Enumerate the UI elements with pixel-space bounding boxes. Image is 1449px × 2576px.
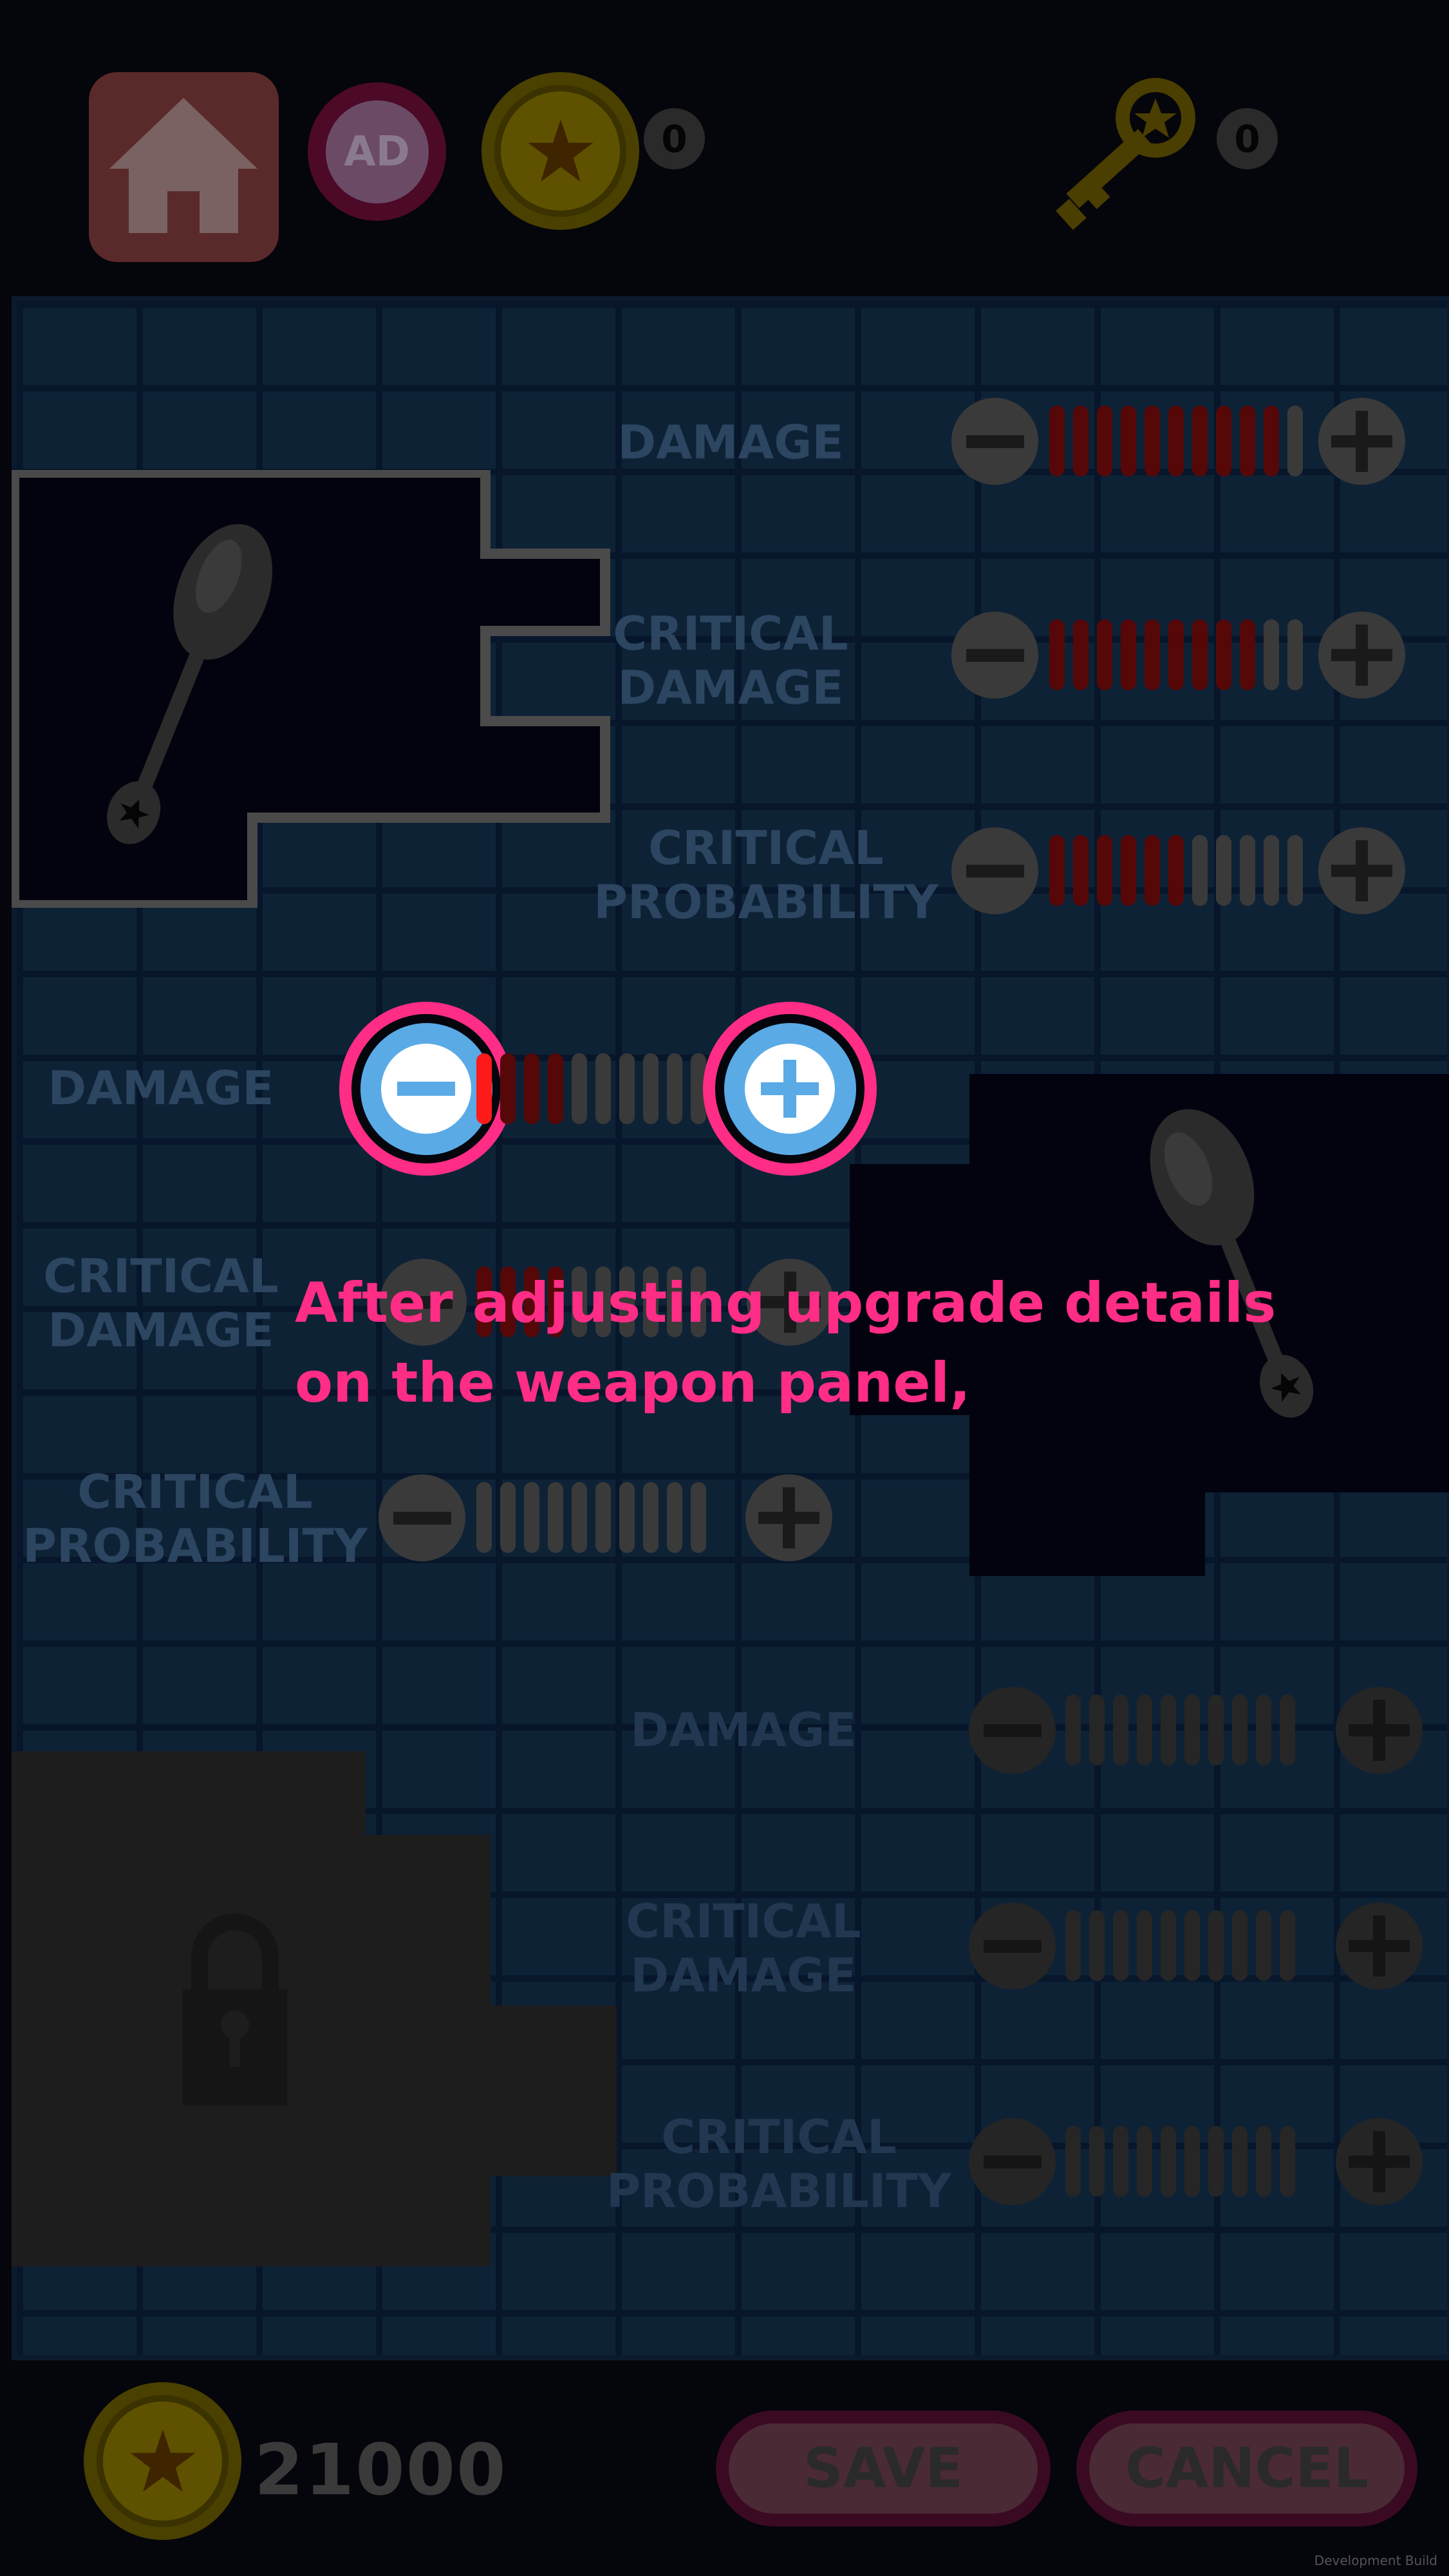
coin-count: 0 <box>644 108 705 169</box>
level-bars-critical-probability-2 <box>476 1482 706 1553</box>
plus-button-critical-probability-1[interactable] <box>1318 827 1405 914</box>
stat-label-damage-3: DAMAGE <box>630 1703 857 1757</box>
stat-label-critical-probability-2: CRITICAL PROBABILITY <box>23 1465 368 1573</box>
stat-label-damage-1: DAMAGE <box>617 415 844 469</box>
game-screen: AD 0 0 DAMAGE CRITICAL DAMAGE CRITICAL P… <box>0 0 1449 2576</box>
coin-icon <box>481 72 639 230</box>
minus-button-critical-damage-1[interactable] <box>951 612 1038 699</box>
plus-button-critical-damage-3 <box>1336 1903 1423 1989</box>
plus-button-damage-2[interactable] <box>703 1002 877 1176</box>
level-bars-critical-probability-3 <box>1065 2126 1295 2197</box>
stat-label-critical-damage-1: CRITICAL DAMAGE <box>613 606 848 715</box>
minus-button-damage-3 <box>969 1687 1056 1774</box>
save-label: SAVE <box>803 2436 963 2501</box>
minus-button-critical-probability-2[interactable] <box>379 1474 465 1561</box>
plus-button-damage-1[interactable] <box>1318 398 1405 485</box>
stat-label-critical-probability-3: CRITICAL PROBABILITY <box>606 2110 951 2218</box>
ad-button[interactable]: AD <box>308 82 446 221</box>
save-button[interactable]: SAVE <box>716 2411 1051 2526</box>
plus-button-critical-probability-2[interactable] <box>745 1474 832 1561</box>
tutorial-hint-text: After adjusting upgrade details on the w… <box>295 1271 1276 1415</box>
weapon-slot-3-locked <box>12 1751 617 2266</box>
cancel-label: CANCEL <box>1125 2436 1369 2501</box>
level-bars-critical-damage-1 <box>1049 619 1303 690</box>
plus-button-critical-damage-1[interactable] <box>1318 612 1405 699</box>
cancel-button[interactable]: CANCEL <box>1076 2411 1417 2526</box>
key-count: 0 <box>1217 108 1278 169</box>
coin-total: 21000 <box>254 2429 507 2511</box>
stat-label-critical-damage-3: CRITICAL DAMAGE <box>626 1894 861 2002</box>
stat-label-damage-2: DAMAGE <box>48 1061 274 1115</box>
ad-label: AD <box>344 127 410 176</box>
coin-icon <box>84 2382 241 2540</box>
minus-button-critical-probability-3 <box>969 2118 1056 2205</box>
level-bars-damage-3 <box>1065 1695 1295 1765</box>
level-bars-critical-probability-1 <box>1049 835 1303 906</box>
development-build-watermark: Development Build <box>1314 2553 1437 2568</box>
stat-label-critical-probability-1: CRITICAL PROBABILITY <box>594 821 939 929</box>
minus-button-damage-1[interactable] <box>951 398 1038 485</box>
home-icon <box>109 98 257 233</box>
key-icon <box>1056 78 1195 230</box>
minus-button-critical-damage-3 <box>969 1903 1056 1989</box>
stat-label-critical-damage-2: CRITICAL DAMAGE <box>43 1249 279 1357</box>
lock-icon <box>183 1913 287 2105</box>
level-bars-damage-2 <box>476 1053 706 1124</box>
home-button[interactable] <box>89 72 279 262</box>
plus-button-damage-3 <box>1336 1687 1423 1774</box>
minus-button-critical-probability-1[interactable] <box>951 827 1038 914</box>
level-bars-damage-1 <box>1049 406 1303 476</box>
spoon-icon <box>107 523 273 845</box>
level-bars-critical-damage-3 <box>1065 1910 1295 1981</box>
plus-button-critical-probability-3 <box>1336 2118 1423 2205</box>
